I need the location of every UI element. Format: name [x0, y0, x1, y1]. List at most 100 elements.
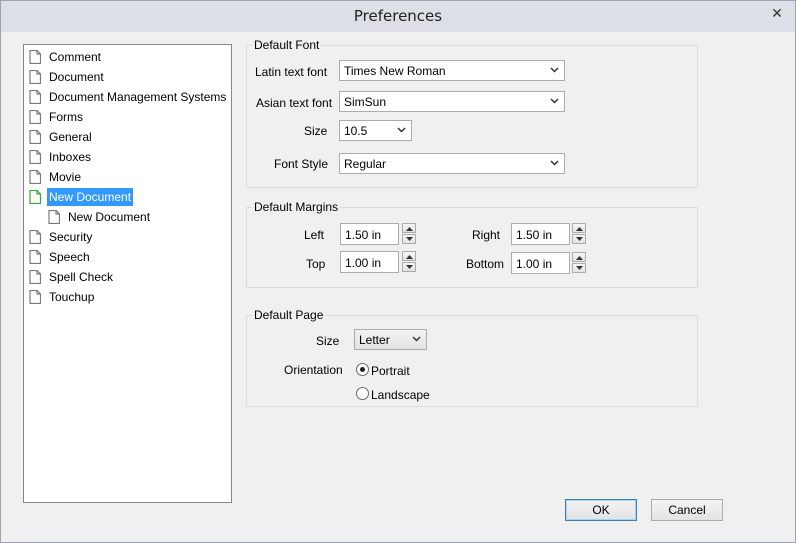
top-margin-value: 1.00 in [345, 256, 382, 270]
triangle-up-icon [576, 227, 583, 231]
top-margin-up-button[interactable] [402, 251, 416, 261]
bottom-margin-field[interactable]: 1.00 in [511, 252, 570, 274]
triangle-up-icon [406, 255, 413, 259]
tree-item-label: Speech [49, 250, 90, 264]
tree-item-label: Spell Check [49, 270, 114, 284]
asian-font-select[interactable]: SimSun [339, 91, 565, 112]
radio-selected-dot [360, 367, 365, 372]
triangle-down-icon [406, 265, 413, 269]
right-margin-field[interactable]: 1.50 in [511, 223, 570, 245]
right-margin-value: 1.50 in [516, 228, 553, 242]
right-margin-label: Right [472, 228, 501, 242]
bottom-margin-up-button[interactable] [572, 252, 586, 262]
chevron-down-icon [550, 67, 559, 73]
tree-item[interactable]: New Document [29, 187, 224, 207]
latin-font-select[interactable]: Times New Roman [339, 60, 565, 81]
left-margin-down-button[interactable] [402, 234, 416, 244]
default-font-legend: Default Font [252, 38, 322, 52]
orientation-label: Orientation [284, 363, 343, 377]
preferences-window: Preferences ✕ Comment Document Document Ma… [0, 0, 796, 543]
tree-item-label: Comment [49, 50, 102, 64]
title-bar[interactable]: Preferences ✕ [1, 1, 795, 32]
tree-item-label: Document [49, 70, 104, 84]
triangle-up-icon [576, 256, 583, 260]
font-style-select[interactable]: Regular [339, 153, 565, 174]
chevron-down-icon [397, 127, 406, 133]
tree-item[interactable]: Document [29, 68, 224, 86]
triangle-down-icon [576, 237, 583, 241]
tree-item[interactable]: Forms [29, 108, 224, 126]
portrait-label[interactable]: Portrait [371, 364, 410, 378]
latin-font-value: Times New Roman [344, 64, 446, 78]
landscape-label[interactable]: Landscape [371, 388, 430, 402]
tree-item[interactable]: Comment [29, 48, 224, 66]
tree-item-label: General [49, 130, 92, 144]
document-icon [29, 170, 41, 184]
cancel-button[interactable]: Cancel [651, 499, 723, 521]
document-icon [29, 50, 41, 64]
right-margin-up-button[interactable] [572, 223, 586, 233]
close-icon: ✕ [771, 5, 783, 21]
tree-item[interactable]: Touchup [29, 288, 224, 306]
font-size-label: Size [304, 124, 328, 138]
bottom-margin-down-button[interactable] [572, 263, 586, 273]
tree-item[interactable]: Security [29, 228, 224, 246]
latin-font-label: Latin text font [255, 65, 328, 79]
tree-item[interactable]: Speech [29, 248, 224, 266]
font-style-label: Font Style [274, 157, 329, 171]
triangle-up-icon [406, 227, 413, 231]
chevron-down-icon [412, 336, 421, 342]
triangle-down-icon [406, 237, 413, 241]
tree-item[interactable]: Movie [29, 168, 224, 186]
asian-font-value: SimSun [344, 95, 387, 109]
default-margins-group: Default Margins [246, 200, 698, 288]
font-style-value: Regular [344, 157, 387, 171]
tree-item-label: Touchup [49, 290, 95, 304]
default-page-legend: Default Page [252, 308, 326, 322]
bottom-margin-label: Bottom [466, 257, 505, 271]
tree-item-label: Forms [49, 110, 83, 124]
document-icon [29, 270, 41, 284]
tree-item[interactable]: Inboxes [29, 148, 224, 166]
left-margin-field[interactable]: 1.50 in [340, 223, 399, 245]
portrait-radio[interactable] [356, 363, 369, 376]
document-icon [29, 250, 41, 264]
window-title: Preferences [353, 7, 443, 25]
tree-item-label: New Document [45, 187, 135, 207]
tree-item[interactable]: Document Management Systems [29, 88, 226, 106]
asian-font-label: Asian text font [256, 96, 333, 110]
tree-item[interactable]: New Document [48, 208, 224, 226]
category-tree[interactable]: Comment Document Document Management Syste… [23, 44, 232, 503]
page-size-value: Letter [359, 333, 390, 347]
document-icon [29, 290, 41, 304]
page-size-label: Size [316, 334, 340, 348]
document-icon [29, 70, 41, 84]
top-margin-down-button[interactable] [402, 262, 416, 272]
default-page-group: Default Page [246, 308, 698, 407]
tree-item-label: New Document [68, 210, 151, 224]
landscape-radio[interactable] [356, 387, 369, 400]
document-icon [29, 90, 41, 104]
close-button[interactable]: ✕ [765, 3, 789, 23]
default-margins-legend: Default Margins [252, 200, 341, 214]
triangle-down-icon [576, 266, 583, 270]
document-icon [48, 210, 60, 224]
tree-item-label: Security [49, 230, 93, 244]
left-margin-value: 1.50 in [345, 228, 382, 242]
document-icon [29, 110, 41, 124]
font-size-select[interactable]: 10.5 [339, 120, 412, 141]
document-icon [29, 150, 41, 164]
document-icon [29, 190, 41, 204]
document-icon [29, 230, 41, 244]
chevron-down-icon [550, 160, 559, 166]
top-margin-label: Top [306, 257, 326, 271]
top-margin-field[interactable]: 1.00 in [340, 251, 399, 273]
tree-item[interactable]: General [29, 128, 224, 146]
tree-item[interactable]: Spell Check [29, 268, 224, 286]
font-size-value: 10.5 [344, 124, 368, 138]
left-margin-up-button[interactable] [402, 223, 416, 233]
right-margin-down-button[interactable] [572, 234, 586, 244]
left-margin-label: Left [304, 228, 325, 242]
page-size-select[interactable]: Letter [354, 329, 427, 350]
ok-button[interactable]: OK [565, 499, 637, 521]
